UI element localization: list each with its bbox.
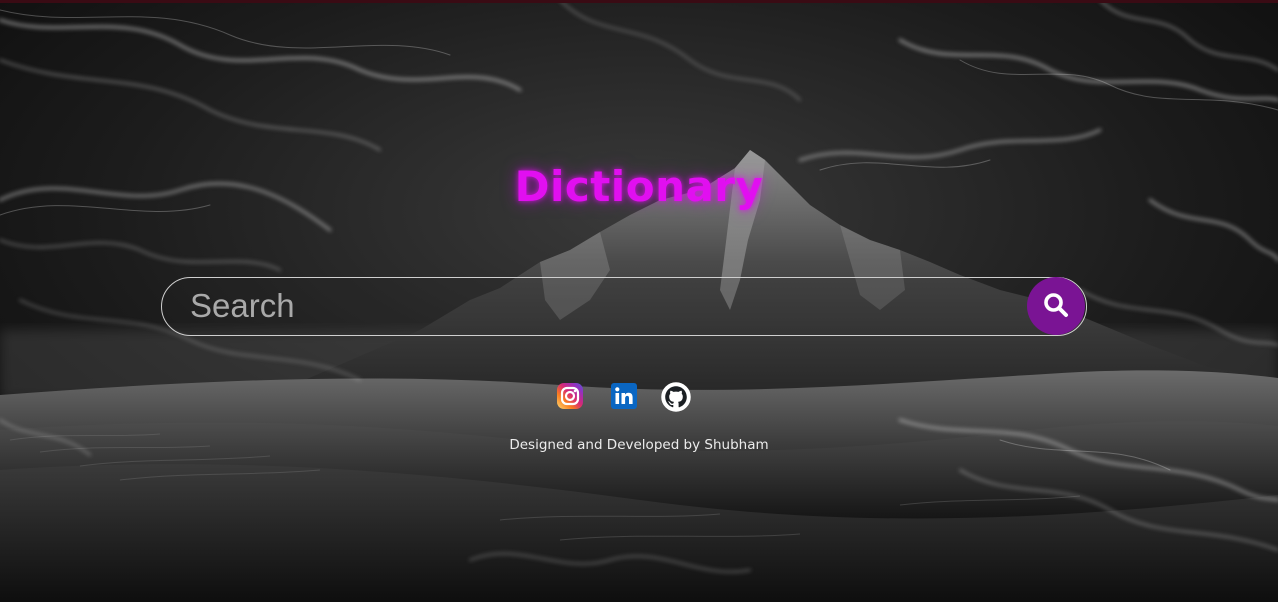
github-icon bbox=[661, 382, 691, 412]
page-title: Dictionary bbox=[514, 162, 764, 211]
github-link[interactable] bbox=[661, 382, 691, 412]
instagram-icon bbox=[557, 383, 583, 409]
search-input[interactable] bbox=[190, 286, 1010, 326]
social-links bbox=[556, 382, 692, 412]
linkedin-link[interactable] bbox=[610, 382, 638, 410]
instagram-link[interactable] bbox=[556, 382, 584, 410]
magnifier-icon bbox=[1044, 293, 1068, 317]
search-bar bbox=[161, 277, 1087, 336]
top-strip bbox=[0, 0, 1278, 3]
linkedin-icon bbox=[611, 383, 637, 409]
search-button[interactable] bbox=[1027, 277, 1085, 335]
page-root: Dictionary Search Designed and Developed… bbox=[0, 0, 1278, 602]
footer-credit: Designed and Developed by Shubham bbox=[509, 437, 769, 453]
